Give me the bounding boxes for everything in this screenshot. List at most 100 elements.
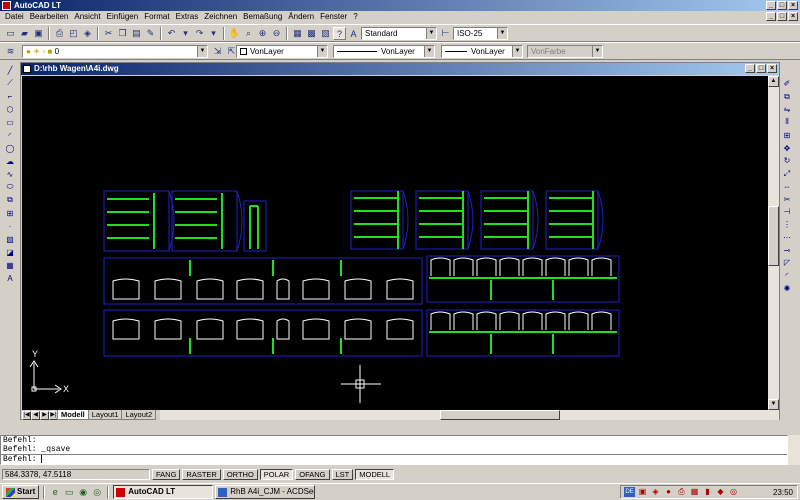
match-properties-icon[interactable]: ✎ bbox=[144, 27, 157, 40]
model-space-canvas[interactable]: YX bbox=[22, 76, 768, 410]
rotate-icon[interactable]: ↻ bbox=[781, 155, 794, 167]
tool-palettes-icon[interactable]: ▧ bbox=[319, 27, 332, 40]
linetype-select[interactable]: VonLayer ▼ bbox=[333, 45, 435, 58]
multiline-text-icon[interactable]: A bbox=[4, 272, 17, 284]
snap-toggle[interactable]: FANG bbox=[152, 469, 181, 480]
fillet-icon[interactable]: ◜ bbox=[781, 270, 794, 282]
battery-icon[interactable]: ▮ bbox=[702, 487, 713, 497]
region-icon[interactable]: ◪ bbox=[4, 246, 17, 258]
insert-block-icon[interactable]: ⧉ bbox=[4, 194, 17, 206]
model-toggle[interactable]: MODELL bbox=[355, 469, 395, 480]
quicklaunch-app-icon[interactable]: ◎ bbox=[91, 486, 103, 498]
hatch-icon[interactable]: ▨ bbox=[4, 233, 17, 245]
properties-icon[interactable]: ▦ bbox=[291, 27, 304, 40]
drawing-minimize-button[interactable]: _ bbox=[745, 64, 755, 73]
offset-icon[interactable]: ⫴ bbox=[781, 116, 794, 128]
antivirus-icon[interactable]: ● bbox=[663, 487, 674, 497]
menu-einfuegen[interactable]: Einfügen bbox=[104, 11, 142, 23]
tab-modell[interactable]: Modell bbox=[57, 410, 89, 420]
layer-select[interactable]: ● ☀ ▫ ■ 0 ▼ bbox=[22, 45, 208, 58]
pan-icon[interactable]: ✋ bbox=[228, 27, 241, 40]
prev-tab-icon[interactable]: ◀ bbox=[31, 410, 40, 420]
table-icon[interactable]: ▦ bbox=[4, 259, 17, 271]
chamfer-icon[interactable]: ◸ bbox=[781, 257, 794, 269]
save-icon[interactable]: ▣ bbox=[32, 27, 45, 40]
move-icon[interactable]: ✥ bbox=[781, 142, 794, 154]
new-file-icon[interactable]: ▭ bbox=[4, 27, 17, 40]
scroll-up-icon[interactable]: ▲ bbox=[768, 76, 779, 87]
menu-extras[interactable]: Extras bbox=[173, 11, 202, 23]
doc-minimize-button[interactable]: _ bbox=[766, 12, 776, 21]
menu-aendern[interactable]: Ändern bbox=[285, 11, 317, 23]
copy-icon[interactable]: ❐ bbox=[116, 27, 129, 40]
open-folder-icon[interactable]: ▰ bbox=[18, 27, 31, 40]
menu-datei[interactable]: Datei bbox=[2, 11, 27, 23]
drawing-close-button[interactable]: × bbox=[767, 64, 777, 73]
rectangle-icon[interactable]: ▭ bbox=[4, 116, 17, 128]
display-icon[interactable]: ▦ bbox=[689, 487, 700, 497]
language-indicator[interactable]: DE bbox=[624, 487, 635, 497]
zoom-previous-icon[interactable]: ⊖ bbox=[270, 27, 283, 40]
tab-layout2[interactable]: Layout2 bbox=[121, 410, 157, 420]
color-select[interactable]: VonLayer ▼ bbox=[236, 45, 328, 58]
point-icon[interactable]: · bbox=[4, 220, 17, 232]
grid-toggle[interactable]: RASTER bbox=[182, 469, 221, 480]
show-desktop-icon[interactable]: ▭ bbox=[63, 486, 75, 498]
undo-dropdown-icon[interactable]: ▾ bbox=[179, 27, 192, 40]
layer-manager-icon[interactable]: ≋ bbox=[4, 45, 17, 58]
clock[interactable]: 23:50 bbox=[773, 487, 793, 499]
command-window[interactable]: Befehl: Befehl: _qsave Befehl: bbox=[0, 435, 788, 465]
command-input[interactable]: Befehl: bbox=[1, 454, 787, 464]
next-tab-icon[interactable]: ▶ bbox=[40, 410, 49, 420]
cut-icon[interactable]: ✂ bbox=[102, 27, 115, 40]
xline-icon[interactable]: ⟋ bbox=[4, 77, 17, 89]
printer-icon[interactable]: ⎙ bbox=[676, 487, 687, 497]
taskbar-item-acdsee[interactable]: RhB A4i_CJM - ACDSee ... bbox=[215, 485, 316, 499]
mirror-icon[interactable]: ⇋ bbox=[781, 104, 794, 116]
spline-icon[interactable]: ∿ bbox=[4, 168, 17, 180]
menu-help[interactable]: ? bbox=[350, 11, 360, 23]
print-icon[interactable]: ⎙ bbox=[53, 27, 66, 40]
ellipse-icon[interactable]: ⬭ bbox=[4, 181, 17, 193]
osnap-toggle[interactable]: OFANG bbox=[295, 469, 330, 480]
close-button[interactable]: × bbox=[788, 1, 798, 10]
menu-fenster[interactable]: Fenster bbox=[317, 11, 350, 23]
design-center-icon[interactable]: ▩ bbox=[305, 27, 318, 40]
lineweight-toggle[interactable]: LST bbox=[331, 469, 354, 480]
make-current-layer-icon[interactable]: ⇲ bbox=[211, 45, 224, 58]
vertical-scrollbar[interactable]: ▲ ▼ bbox=[768, 76, 779, 410]
ortho-toggle[interactable]: ORTHO bbox=[222, 469, 258, 480]
dim-style-select[interactable]: ISO-25 ▼ bbox=[453, 27, 508, 40]
redo-dropdown-icon[interactable]: ▾ bbox=[207, 27, 220, 40]
revision-cloud-icon[interactable]: ☁ bbox=[4, 155, 17, 167]
first-tab-icon[interactable]: |◀ bbox=[22, 410, 31, 420]
lineweight-select[interactable]: VonLayer ▼ bbox=[441, 45, 523, 58]
shield-icon[interactable]: ◆ bbox=[715, 487, 726, 497]
join-icon[interactable]: ⊸ bbox=[781, 244, 794, 256]
start-button[interactable]: Start bbox=[2, 485, 40, 499]
horizontal-scroll-thumb[interactable] bbox=[440, 410, 561, 420]
taskbar-item-autocad[interactable]: AutoCAD LT bbox=[113, 485, 214, 499]
scroll-down-icon[interactable]: ▼ bbox=[768, 399, 779, 410]
stretch-icon[interactable]: ⇔ bbox=[781, 181, 794, 193]
command-scrollbar[interactable] bbox=[788, 435, 800, 465]
erase-icon[interactable]: ✐ bbox=[781, 78, 794, 90]
array-icon[interactable]: ⊞ bbox=[781, 129, 794, 141]
break-at-point-icon[interactable]: ⋮ bbox=[781, 219, 794, 231]
line-icon[interactable]: ╱ bbox=[4, 64, 17, 76]
autocad-app-icon[interactable] bbox=[2, 1, 11, 10]
media-player-icon[interactable]: ◉ bbox=[77, 486, 89, 498]
text-style-select[interactable]: Standard ▼ bbox=[361, 27, 437, 40]
drawing-doc-icon[interactable] bbox=[23, 65, 31, 73]
maximize-button[interactable]: □ bbox=[777, 1, 787, 10]
doc-restore-button[interactable]: □ bbox=[777, 12, 787, 21]
paste-icon[interactable]: ▤ bbox=[130, 27, 143, 40]
drawing-maximize-button[interactable]: □ bbox=[756, 64, 766, 73]
explode-icon[interactable]: ✺ bbox=[781, 282, 794, 294]
trim-icon[interactable]: ✂ bbox=[781, 193, 794, 205]
redo-icon[interactable]: ↷ bbox=[193, 27, 206, 40]
polar-toggle[interactable]: POLAR bbox=[259, 469, 294, 480]
extend-icon[interactable]: ⊣ bbox=[781, 206, 794, 218]
menu-zeichnen[interactable]: Zeichnen bbox=[201, 11, 240, 23]
internet-explorer-icon[interactable]: e bbox=[49, 486, 61, 498]
